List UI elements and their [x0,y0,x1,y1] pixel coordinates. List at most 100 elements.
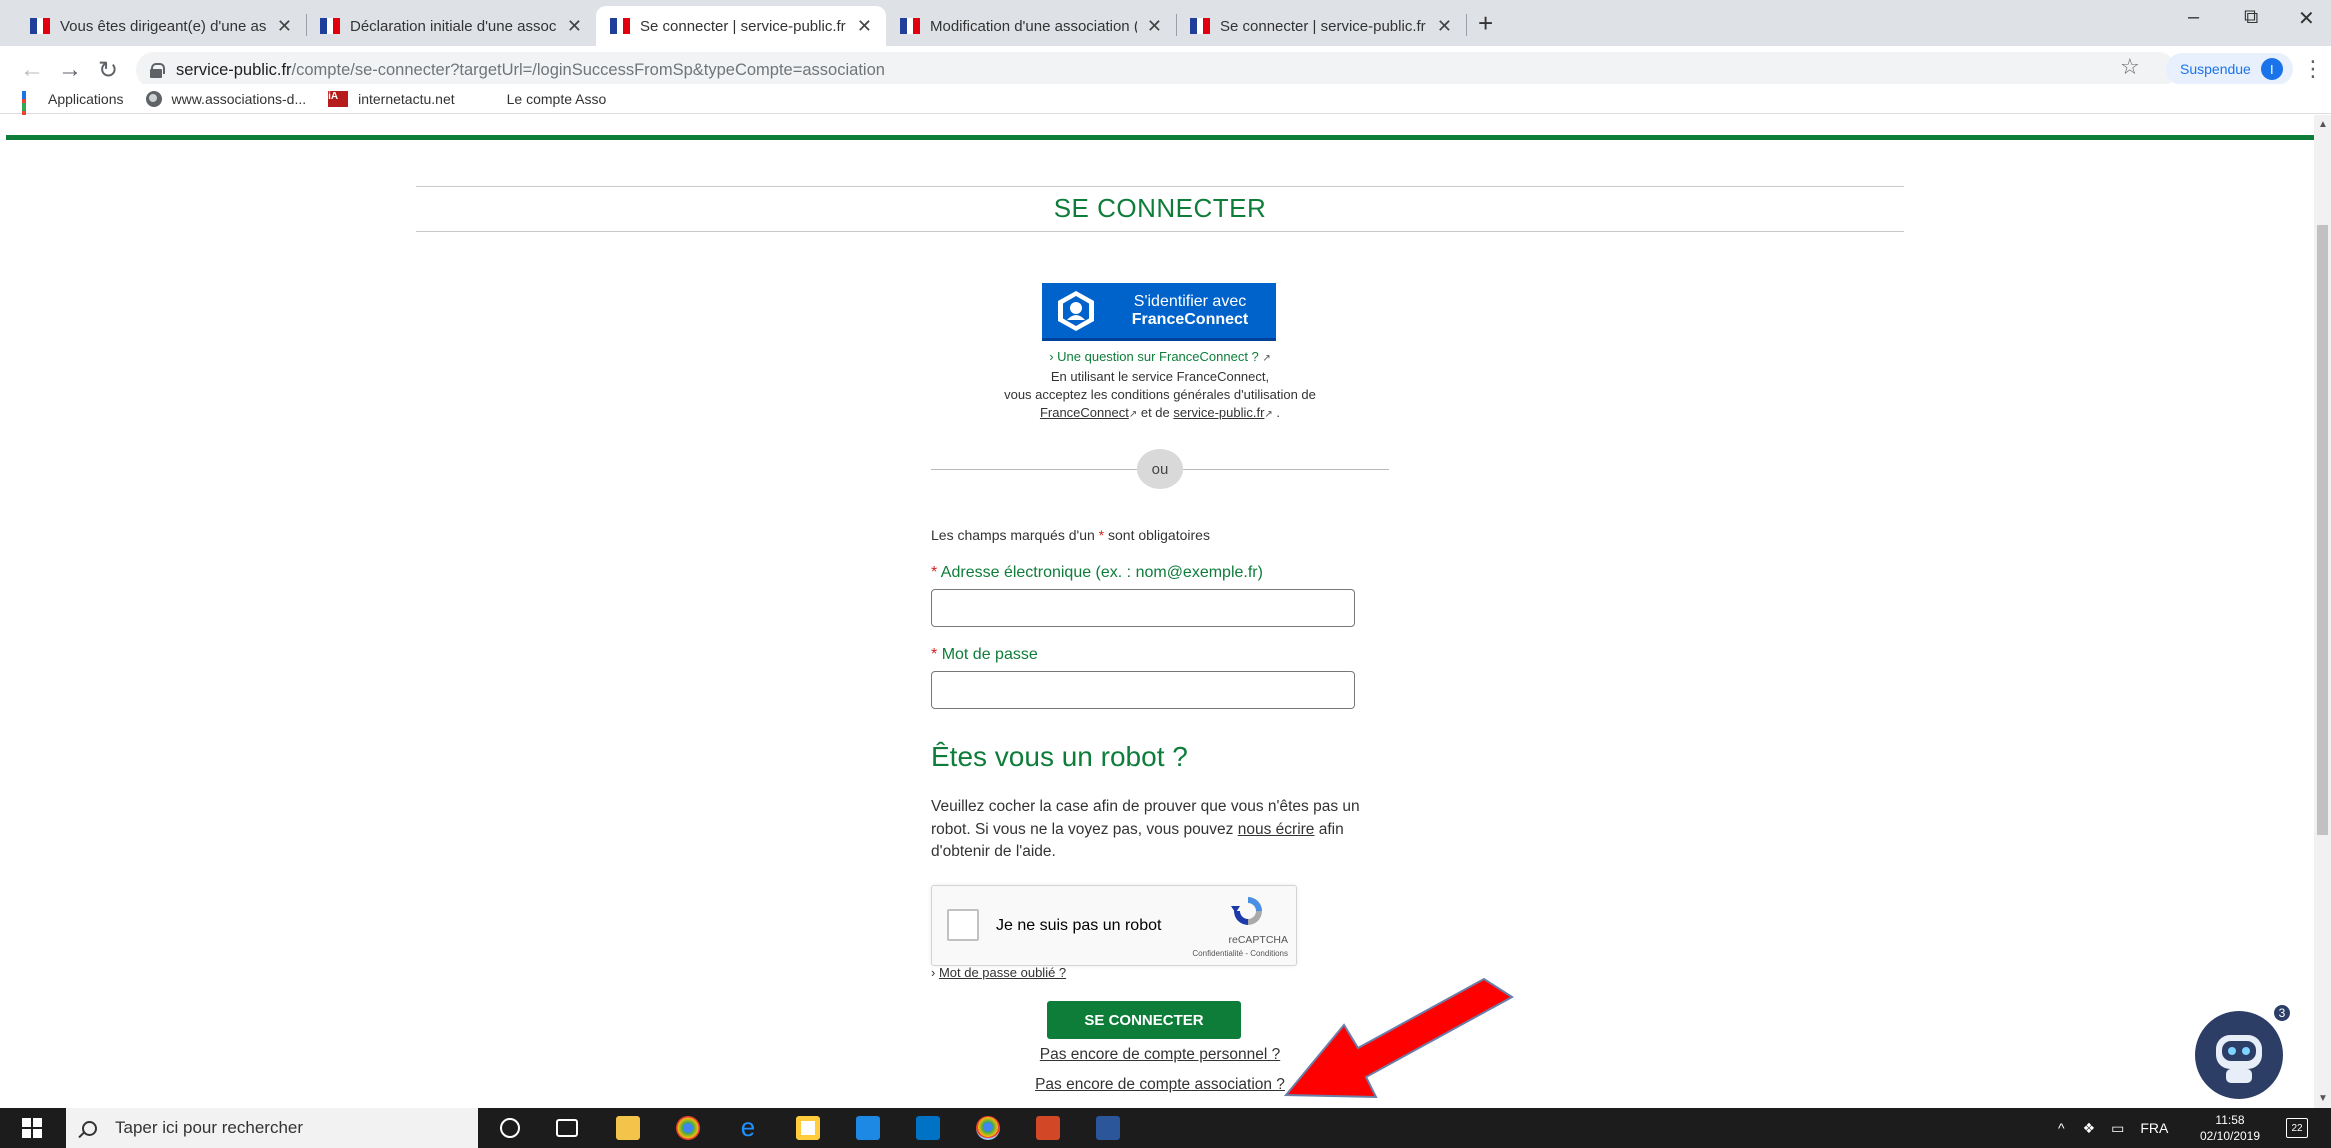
tab-5[interactable]: Se connecter | service-public.fr ✕ [1176,6,1466,46]
windows-taskbar: Taper ici pour rechercher e ^ ❖ ▭ FRA 11… [0,1108,2331,1148]
profile-button[interactable]: Suspendue I [2166,53,2293,85]
required-note-suffix: sont obligatoires [1108,527,1210,543]
windows-start-icon[interactable] [22,1118,42,1138]
language-indicator[interactable]: FRA [2140,1120,2168,1136]
back-arrow-icon[interactable]: ← [20,56,44,84]
required-fields-note: Les champs marqués d'un * sont obligatoi… [931,527,1210,543]
bookmark-internetactu[interactable]: iA internetactu.net [328,90,455,107]
restore-button[interactable]: ⧉ [2244,6,2258,29]
chrome-icon[interactable] [676,1116,700,1140]
recaptcha-terms[interactable]: Confidentialité - Conditions [1162,949,1288,958]
powerpoint-icon[interactable] [1036,1116,1060,1140]
apps-grid-icon [22,90,38,127]
robot-instructions: Veuillez cocher la case afin de prouver … [931,796,1361,864]
recaptcha-widget: Je ne suis pas un robot reCAPTCHA Confid… [931,885,1297,966]
email-label: * Adresse électronique (ex. : nom@exempl… [931,564,1263,581]
close-tab-icon[interactable]: ✕ [1147,16,1162,37]
separator-line-left [931,469,1137,470]
login-submit-button[interactable]: SE CONNECTER [1047,1001,1241,1039]
browser-tab-strip: Vous êtes dirigeant(e) d'une asso ✕ Décl… [0,0,2331,46]
heading-top-rule [416,186,1904,187]
forward-arrow-icon[interactable]: → [58,56,82,84]
browser-menu-icon[interactable]: ⋮ [2302,56,2324,82]
close-tab-icon[interactable]: ✕ [277,16,292,37]
franceconnect-line1: S'identifier avec [1133,292,1247,310]
tab-separator [1466,14,1467,36]
forgot-password-link[interactable]: › Mot de passe oublié ? [931,965,1066,980]
contact-us-link[interactable]: nous écrire [1238,821,1315,838]
close-tab-icon[interactable]: ✕ [857,16,872,37]
bookmark-label: www.associations-d... [171,90,307,107]
franceconnect-terms-link[interactable]: FranceConnect [1040,405,1129,420]
service-public-terms-link[interactable]: service-public.fr [1173,405,1264,420]
tab-4[interactable]: Modification d'une association (r ✕ [886,6,1176,46]
word-icon[interactable] [1096,1116,1120,1140]
external-link-icon: ↗ [1128,409,1138,420]
app-blue-icon[interactable] [856,1116,880,1140]
bookmark-applications[interactable]: Applications [22,90,124,127]
task-view-icon[interactable] [556,1119,578,1137]
bookmark-compte-asso[interactable]: Le compte Asso [477,91,607,107]
franceconnect-button[interactable]: S'identifier avec FranceConnect [1042,283,1276,341]
tab-1[interactable]: Vous êtes dirigeant(e) d'une asso ✕ [16,6,306,46]
tab-title: Vous êtes dirigeant(e) d'une asso [60,17,267,35]
page-scrollbar[interactable]: ▲ ▼ [2314,115,2331,1108]
file-explorer-icon[interactable] [616,1116,640,1140]
fr-flag-icon [477,94,497,104]
globe-icon [145,90,162,107]
password-field[interactable] [931,671,1355,709]
close-tab-icon[interactable]: ✕ [1437,16,1452,37]
bookmark-associations[interactable]: www.associations-d... [145,90,307,107]
chatbot-button[interactable]: 3 [2194,1003,2292,1099]
or-separator: ou [1137,449,1183,489]
clock-date: 02/10/2019 [2199,1129,2261,1143]
url-host: service-public.fr [176,60,292,79]
fr-gov-icon [610,18,631,34]
system-tray: ^ ❖ ▭ FRA [2058,1108,2168,1148]
chevron-up-icon[interactable]: ^ [2058,1120,2065,1136]
scroll-up-icon[interactable]: ▲ [2318,119,2328,130]
address-bar[interactable]: service-public.fr/compte/se-connecter?ta… [136,52,2176,88]
url-path: /compte/se-connecter?targetUrl=/loginSuc… [291,60,885,79]
page-title: SE CONNECTER [1053,193,1267,223]
tab-2[interactable]: Déclaration initiale d'une associa ✕ [306,6,596,46]
fr-gov-icon [1190,18,1211,34]
clock[interactable]: 11:58 02/10/2019 [2188,1112,2272,1144]
outlook-icon[interactable] [916,1116,940,1140]
separator-line-right [1183,469,1389,470]
recaptcha-checkbox[interactable] [947,909,979,941]
tab-3-active[interactable]: Se connecter | service-public.fr ✕ [596,6,886,46]
close-window-button[interactable]: ✕ [2298,6,2315,31]
email-field[interactable] [931,589,1355,627]
notifications-icon[interactable]: 22 [2286,1118,2308,1138]
franceconnect-info: › Une question sur FranceConnect ? ↗ En … [960,348,1360,424]
franceconnect-question-link[interactable]: › Une question sur FranceConnect ? ↗ [1049,349,1271,364]
network-icon[interactable]: ▭ [2111,1120,2124,1137]
taskbar-search-box[interactable]: Taper ici pour rechercher [66,1108,478,1148]
reload-icon[interactable]: ↻ [98,56,118,85]
search-icon [82,1120,97,1136]
edge-icon[interactable]: e [736,1114,760,1140]
annotation-arrow-icon [1283,977,1514,1099]
minimize-button[interactable]: – [2188,6,2199,29]
close-tab-icon[interactable]: ✕ [567,16,582,37]
scrollbar-thumb[interactable] [2317,225,2328,835]
store-icon[interactable] [796,1116,820,1140]
external-link-icon: ↗ [1262,353,1271,364]
bookmark-label: Applications [48,90,124,107]
bookmark-label: internetactu.net [358,90,455,107]
heading-bottom-rule [416,231,1904,232]
cortana-icon[interactable] [500,1118,520,1138]
dropbox-icon[interactable]: ❖ [2083,1120,2096,1137]
lock-icon [150,63,165,78]
franceconnect-line2: FranceConnect [1131,310,1249,328]
tab-title: Modification d'une association (r [930,17,1137,35]
new-tab-button[interactable]: + [1478,8,1493,39]
chrome-active-icon[interactable] [976,1116,1000,1140]
scroll-down-icon[interactable]: ▼ [2318,1093,2328,1104]
franceconnect-button-text: S'identifier avec FranceConnect [1112,293,1276,329]
fr-flag-icon [30,18,51,34]
tab-title: Se connecter | service-public.fr [1220,17,1426,35]
tab-title: Déclaration initiale d'une associa [350,17,557,35]
bookmark-star-icon[interactable]: ☆ [2120,54,2140,80]
